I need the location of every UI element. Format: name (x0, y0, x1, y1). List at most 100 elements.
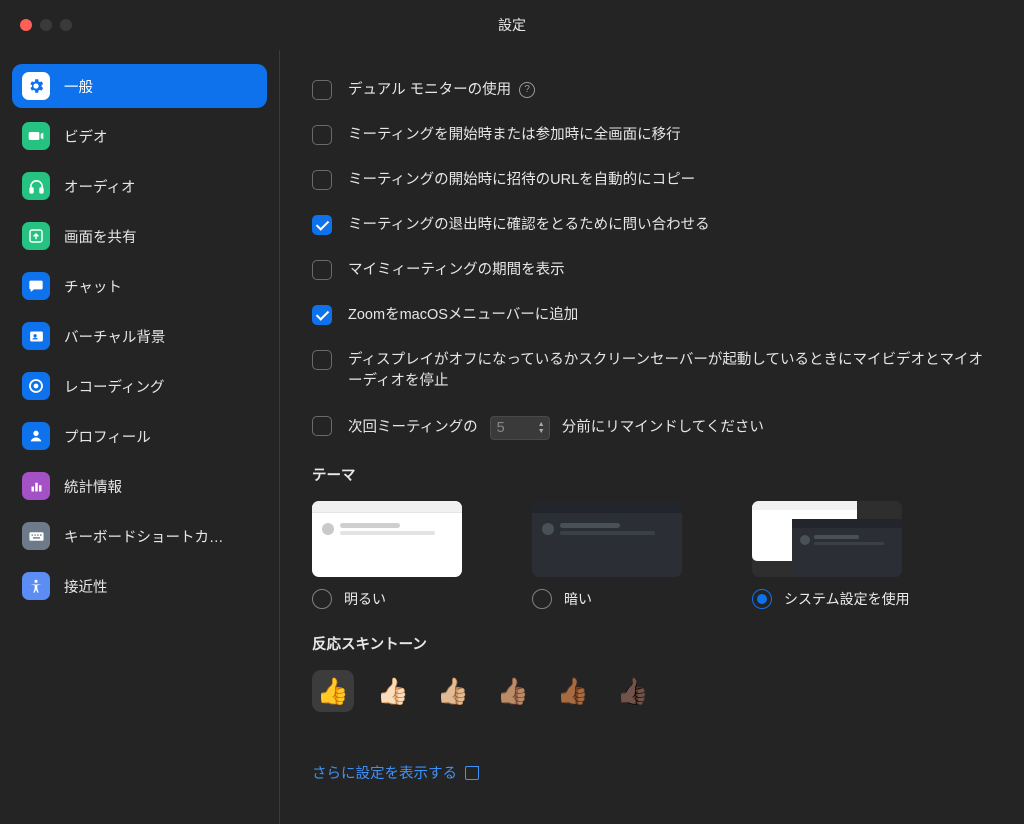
reminder-checkbox[interactable] (312, 416, 332, 436)
theme-row: 明るい 暗い システム設定を使用 (312, 501, 992, 609)
option-row: ミーティングの開始時に招待のURLを自動的にコピー (312, 170, 992, 191)
skin-tone-option[interactable]: 👍 (312, 670, 354, 712)
window-minimize-button[interactable] (40, 19, 52, 31)
skin-tone-option[interactable]: 👍🏻 (372, 670, 414, 712)
sidebar-item-label: ビデオ (64, 126, 108, 147)
sidebar-item-headphones[interactable]: オーディオ (12, 164, 267, 208)
option-label-text: ミーティングを開始時または参加時に全画面に移行 (348, 127, 681, 143)
chat-icon (22, 272, 50, 300)
settings-content: デュアル モニターの使用?ミーティングを開始時または参加時に全画面に移行ミーティ… (280, 50, 1024, 824)
option-checkbox[interactable] (312, 80, 332, 100)
window-title: 設定 (0, 15, 1024, 35)
option-checkbox[interactable] (312, 260, 332, 280)
theme-thumb-dark (532, 501, 682, 577)
more-settings-label: さらに設定を表示する (312, 762, 457, 783)
option-label: ミーティングの退出時に確認をとるために問い合わせる (348, 215, 710, 236)
skin-section-title: 反応スキントーン (312, 633, 992, 654)
option-label-text: ディスプレイがオフになっているかスクリーンセーバーが起動しているときにマイビデオ… (348, 352, 983, 389)
sidebar-item-label: チャット (64, 276, 122, 297)
option-label: ディスプレイがオフになっているかスクリーンセーバーが起動しているときにマイビデオ… (348, 350, 992, 392)
sidebar-item-accessibility[interactable]: 接近性 (12, 564, 267, 608)
reminder-prefix: 次回ミーティングの (348, 420, 478, 436)
accessibility-icon (22, 572, 50, 600)
sidebar-item-label: 統計情報 (64, 476, 122, 497)
theme-thumb-system (752, 501, 902, 577)
skin-tone-row: 👍 👍🏻 👍🏼 👍🏽 👍🏾 👍🏿 (312, 670, 992, 712)
theme-option-dark[interactable]: 暗い (532, 501, 702, 609)
share-up-icon (22, 222, 50, 250)
theme-option-light[interactable]: 明るい (312, 501, 482, 609)
theme-section-title: テーマ (312, 464, 992, 485)
sidebar-item-label: オーディオ (64, 176, 136, 197)
option-label-text: マイミィーティングの期間を表示 (348, 262, 565, 278)
option-row: ZoomをmacOSメニューバーに追加 (312, 305, 992, 326)
option-label-text: ZoomをmacOSメニューバーに追加 (348, 307, 578, 323)
record-icon (22, 372, 50, 400)
sidebar-item-share-up[interactable]: 画面を共有 (12, 214, 267, 258)
reminder-minutes-value: 5 (497, 418, 505, 439)
theme-radio-light[interactable] (312, 589, 332, 609)
sidebar-item-video[interactable]: ビデオ (12, 114, 267, 158)
chart-bar-icon (22, 472, 50, 500)
window-close-button[interactable] (20, 19, 32, 31)
skin-tone-option[interactable]: 👍🏽 (492, 670, 534, 712)
skin-tone-option[interactable]: 👍🏼 (432, 670, 474, 712)
sidebar-item-label: レコーディング (64, 376, 164, 397)
theme-label-dark: 暗い (564, 589, 592, 609)
theme-radio-system[interactable] (752, 589, 772, 609)
gear-icon (22, 72, 50, 100)
sidebar-item-record[interactable]: レコーディング (12, 364, 267, 408)
theme-label-light: 明るい (344, 589, 386, 609)
sidebar-item-chat[interactable]: チャット (12, 264, 267, 308)
option-label-text: ミーティングの開始時に招待のURLを自動的にコピー (348, 172, 695, 188)
skin-tone-option[interactable]: 👍🏿 (612, 670, 654, 712)
sidebar-item-keyboard[interactable]: キーボードショートカ… (12, 514, 267, 558)
sidebar-item-gear[interactable]: 一般 (12, 64, 267, 108)
reminder-label: 次回ミーティングの 5 ▲▼ 分前にリマインドしてください (348, 416, 764, 440)
reminder-suffix: 分前にリマインドしてください (562, 420, 764, 436)
headphones-icon (22, 172, 50, 200)
option-checkbox[interactable] (312, 170, 332, 190)
stepper-icon[interactable]: ▲▼ (538, 421, 545, 435)
option-label: ミーティングの開始時に招待のURLを自動的にコピー (348, 170, 695, 191)
option-checkbox[interactable] (312, 305, 332, 325)
option-row: ミーティングを開始時または参加時に全画面に移行 (312, 125, 992, 146)
option-row: マイミィーティングの期間を表示 (312, 260, 992, 281)
external-link-icon (465, 766, 479, 780)
more-settings-link[interactable]: さらに設定を表示する (312, 762, 479, 783)
theme-label-system: システム設定を使用 (784, 589, 910, 609)
avatar-icon (22, 422, 50, 450)
settings-sidebar: 一般ビデオオーディオ画面を共有チャットバーチャル背景レコーディングプロフィール統… (0, 50, 280, 824)
option-label-text: デュアル モニターの使用 (348, 82, 511, 98)
option-label-text: ミーティングの退出時に確認をとるために問い合わせる (348, 217, 710, 233)
option-label: マイミィーティングの期間を表示 (348, 260, 565, 281)
option-label: デュアル モニターの使用? (348, 80, 535, 101)
option-row: ディスプレイがオフになっているかスクリーンセーバーが起動しているときにマイビデオ… (312, 350, 992, 392)
sidebar-item-label: バーチャル背景 (64, 326, 165, 347)
titlebar: 設定 (0, 0, 1024, 50)
option-row: ミーティングの退出時に確認をとるために問い合わせる (312, 215, 992, 236)
option-checkbox[interactable] (312, 215, 332, 235)
keyboard-icon (22, 522, 50, 550)
option-checkbox[interactable] (312, 350, 332, 370)
sidebar-item-label: 画面を共有 (64, 226, 137, 247)
option-row: デュアル モニターの使用? (312, 80, 992, 101)
reminder-minutes-input[interactable]: 5 ▲▼ (490, 416, 550, 440)
person-card-icon (22, 322, 50, 350)
sidebar-item-label: キーボードショートカ… (64, 526, 224, 547)
theme-thumb-light (312, 501, 462, 577)
sidebar-item-chart-bar[interactable]: 統計情報 (12, 464, 267, 508)
sidebar-item-label: 接近性 (64, 576, 108, 597)
skin-tone-option[interactable]: 👍🏾 (552, 670, 594, 712)
window-zoom-button[interactable] (60, 19, 72, 31)
theme-radio-dark[interactable] (532, 589, 552, 609)
option-checkbox[interactable] (312, 125, 332, 145)
option-reminder: 次回ミーティングの 5 ▲▼ 分前にリマインドしてください (312, 416, 992, 440)
option-label: ZoomをmacOSメニューバーに追加 (348, 305, 578, 326)
sidebar-item-label: 一般 (64, 76, 93, 97)
video-icon (22, 122, 50, 150)
sidebar-item-person-card[interactable]: バーチャル背景 (12, 314, 267, 358)
help-icon[interactable]: ? (519, 82, 535, 98)
sidebar-item-avatar[interactable]: プロフィール (12, 414, 267, 458)
theme-option-system[interactable]: システム設定を使用 (752, 501, 922, 609)
